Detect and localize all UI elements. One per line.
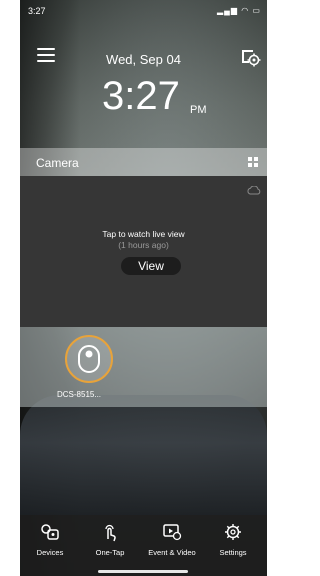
time-label: 3:27 <box>102 74 180 118</box>
nav-settings-label: Settings <box>219 548 247 557</box>
devices-strip: DCS-8515... <box>20 327 267 407</box>
tap-to-watch-text: Tap to watch live view <box>102 229 185 239</box>
home-indicator <box>98 570 188 573</box>
ampm-label: PM <box>190 104 207 116</box>
background-sofa <box>20 395 267 515</box>
last-seen-text: (1 hours ago) <box>118 240 169 250</box>
grid-view-icon[interactable] <box>248 157 259 168</box>
settings-icon <box>225 524 241 540</box>
live-view-panel[interactable]: Tap to watch live view (1 hours ago) Vie… <box>20 176 267 327</box>
nav-one-tap[interactable]: One-Tap <box>80 521 140 557</box>
device-name: DCS-8515... <box>57 390 102 399</box>
status-icons: ▂▄▆ ◠ ▭ <box>217 6 261 15</box>
date-label: Wed, Sep 04 <box>106 52 181 67</box>
bottom-nav-bar: Devices One-Tap Event & Video Settings <box>20 515 267 576</box>
status-bar: 3:27 ▂▄▆ ◠ ▭ <box>28 4 261 18</box>
event-video-icon <box>163 524 182 541</box>
devices-icon <box>41 524 59 540</box>
nav-devices[interactable]: Devices <box>20 521 80 557</box>
camera-section-label: Camera <box>36 156 79 170</box>
app-screen: 3:27 ▂▄▆ ◠ ▭ Wed, Sep 04 3:27 PM Camera … <box>20 0 267 576</box>
nav-devices-label: Devices <box>36 548 64 557</box>
camera-section-header: Camera <box>20 148 267 176</box>
home-settings-icon[interactable] <box>239 45 261 67</box>
nav-event-video-label: Event & Video <box>148 548 196 557</box>
nav-settings[interactable]: Settings <box>203 521 263 557</box>
status-time: 3:27 <box>28 6 46 16</box>
nav-one-tap-label: One-Tap <box>95 548 125 557</box>
view-button[interactable]: View <box>121 257 181 275</box>
cloud-icon <box>247 182 261 195</box>
nav-event-video[interactable]: Event & Video <box>142 521 202 557</box>
camera-device-icon[interactable] <box>65 335 113 383</box>
one-tap-icon <box>105 524 116 542</box>
